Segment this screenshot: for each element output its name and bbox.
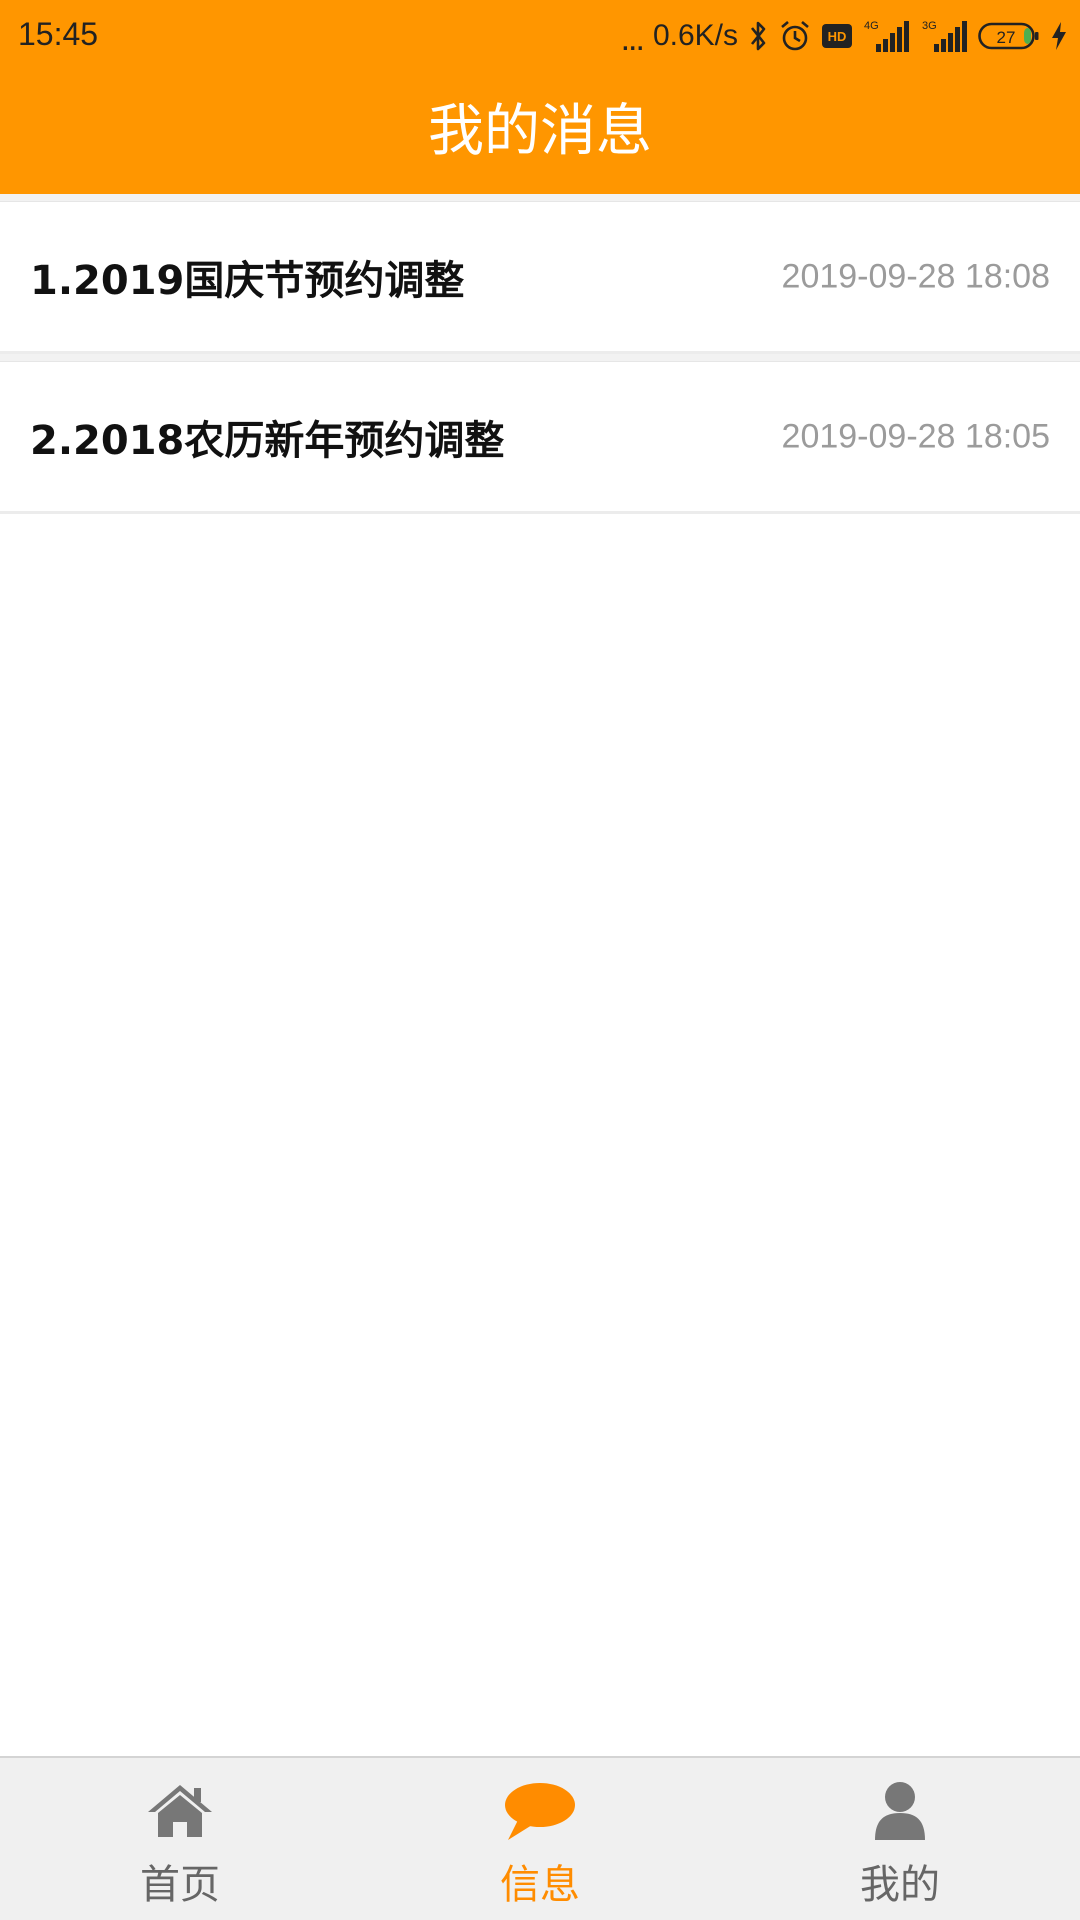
list-divider	[0, 194, 1080, 202]
svg-text:HD: HD	[828, 29, 847, 44]
tab-messages[interactable]: 信息	[360, 1758, 720, 1920]
message-item-1[interactable]: 1.2019国庆节预约调整 2019-09-28 18:08	[0, 202, 1080, 354]
message-title: 1.2019国庆节预约调整	[30, 257, 465, 304]
status-more-dots: ...	[620, 20, 645, 58]
alarm-icon	[778, 19, 812, 53]
bottom-tab-bar: 首页 信息 我的	[0, 1756, 1080, 1920]
bluetooth-icon	[748, 19, 768, 53]
status-bar: 15:45 ... 0.6K/s HD 4G 3G 27	[0, 0, 1080, 72]
tab-profile[interactable]: 我的	[720, 1758, 1080, 1920]
status-icons: ... 0.6K/s HD 4G 3G 27	[621, 14, 1068, 58]
battery-icon: 27	[978, 21, 1040, 51]
network-3g-label: 3G	[922, 20, 937, 32]
message-list: 1.2019国庆节预约调整 2019-09-28 18:08 2.2018农历新…	[0, 194, 1080, 514]
list-divider	[0, 354, 1080, 362]
message-title: 2.2018农历新年预约调整	[30, 417, 505, 464]
home-icon	[140, 1776, 220, 1846]
charging-icon	[1050, 21, 1068, 51]
network-4g-label: 4G	[864, 20, 879, 32]
message-time: 2019-09-28 18:08	[781, 257, 1050, 295]
signal-3g-icon: 3G	[920, 18, 968, 54]
page-title: 我的消息	[428, 99, 652, 164]
hd-icon: HD	[822, 24, 852, 48]
status-time: 15:45	[18, 16, 99, 52]
tab-label: 信息	[500, 1862, 580, 1908]
signal-4g-icon: 4G	[862, 18, 910, 54]
user-icon	[860, 1776, 940, 1846]
network-speed: 0.6K/s	[652, 19, 738, 52]
chat-bubble-icon	[500, 1776, 580, 1846]
tab-home[interactable]: 首页	[0, 1758, 360, 1920]
message-item-2[interactable]: 2.2018农历新年预约调整 2019-09-28 18:05	[0, 362, 1080, 514]
header: 15:45 ... 0.6K/s HD 4G 3G 27 我的消息	[0, 0, 1080, 194]
tab-label: 我的	[860, 1862, 940, 1908]
battery-level: 27	[997, 28, 1016, 47]
message-time: 2019-09-28 18:05	[781, 417, 1050, 455]
app-screen: 15:45 ... 0.6K/s HD 4G 3G 27 我的消息 1.2019…	[0, 0, 1080, 1920]
tab-label: 首页	[140, 1862, 220, 1908]
